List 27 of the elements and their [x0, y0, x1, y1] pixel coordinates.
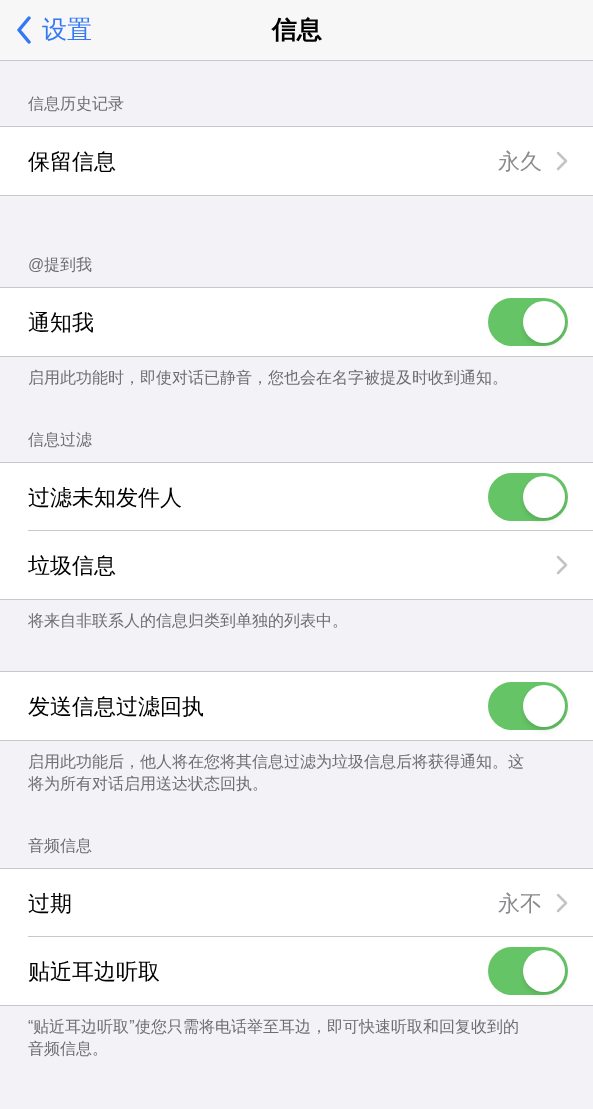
section-footer: 将来自非联系人的信息归类到单独的列表中。 [28, 610, 565, 632]
page-title: 信息 [271, 14, 322, 46]
toggle-switch[interactable] [488, 947, 568, 995]
section-header: 音频信息 [28, 836, 93, 856]
toggle-switch[interactable] [488, 682, 568, 730]
section-footer: 启用此功能后，他人将在您将其信息过滤为垃圾信息后将获得通知。这将为所有对话启用送达状态回执。 [28, 751, 565, 795]
toggle-switch[interactable] [488, 298, 568, 346]
row-label: 过滤未知发件人 [28, 483, 183, 512]
section-header: 信息历史记录 [28, 94, 125, 114]
back-chevron-icon [16, 16, 32, 44]
section-footer: 启用此功能时，即使对话已静音，您也会在名字被提及时收到通知。 [28, 367, 565, 389]
back-button[interactable]: 设置 [16, 11, 92, 49]
row-label: 保留信息 [28, 147, 117, 176]
row-label: 通知我 [28, 308, 95, 337]
row-label: 发送信息过滤回执 [28, 692, 205, 721]
row-value: 永不 [498, 889, 542, 918]
row-label: 过期 [28, 889, 73, 918]
section-header: @提到我 [28, 255, 94, 275]
chevron-icon [556, 151, 568, 171]
chevron-icon [556, 893, 568, 913]
chevron-icon [556, 555, 568, 575]
row-label: 贴近耳边听取 [28, 957, 161, 986]
row-label: 垃圾信息 [28, 551, 117, 580]
row-value: 永久 [498, 147, 542, 176]
section-footer: “贴近耳边听取”使您只需将电话举至耳边，即可快速听取和回复收到的音频信息。 [28, 1016, 565, 1060]
section-header: 信息过滤 [28, 430, 93, 450]
toggle-switch[interactable] [488, 473, 568, 521]
